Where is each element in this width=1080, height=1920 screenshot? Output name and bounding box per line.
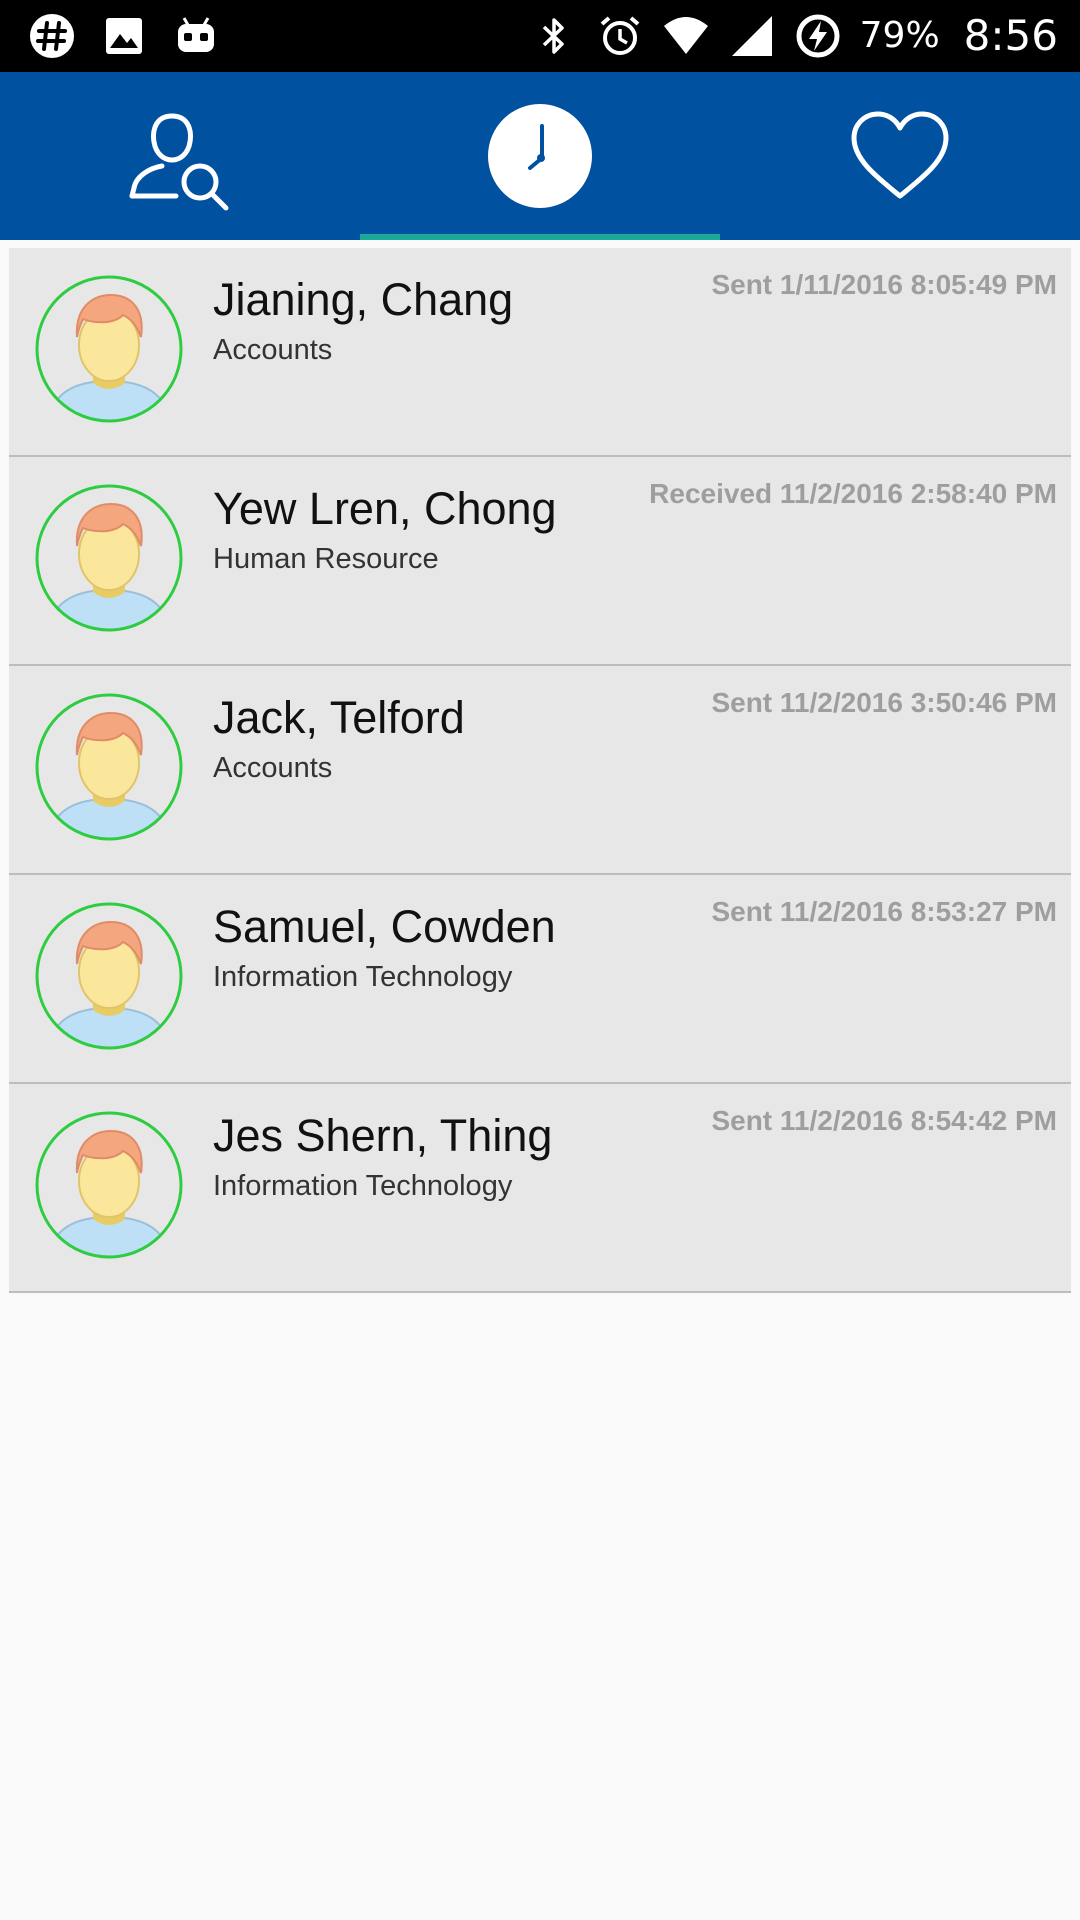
message-timestamp: Sent 1/11/2016 8:05:49 PM — [711, 269, 1057, 300]
heart-icon — [851, 111, 949, 199]
battery-percent: 79% — [859, 15, 940, 56]
list-item[interactable]: Yew Lren, Chong Human Resource Received … — [9, 457, 1071, 666]
alarm-icon — [600, 16, 639, 55]
tab-bar — [0, 72, 1080, 240]
contact-name: Jes Shern, Thing — [213, 1110, 553, 1161]
clock-icon — [488, 104, 592, 208]
contact-name: Samuel, Cowden — [213, 901, 556, 952]
contact-department: Information Technology — [213, 1170, 513, 1202]
avatar — [35, 1111, 183, 1259]
tab-recent[interactable] — [360, 72, 720, 240]
avatar — [35, 275, 183, 423]
user-avatar-icon — [35, 275, 183, 423]
tab-contact-search[interactable] — [0, 72, 360, 240]
contact-name: Yew Lren, Chong — [213, 483, 557, 534]
signal-icon — [731, 16, 772, 56]
contact-list: Jianing, Chang Accounts Sent 1/11/2016 8… — [9, 248, 1071, 1293]
user-avatar-icon — [35, 902, 183, 1050]
message-timestamp: Sent 11/2/2016 8:53:27 PM — [711, 896, 1057, 927]
contact-department: Human Resource — [213, 543, 439, 575]
avatar — [35, 902, 183, 1050]
tab-favorites[interactable] — [720, 72, 1080, 240]
list-item[interactable]: Jack, Telford Accounts Sent 11/2/2016 3:… — [9, 666, 1071, 875]
avatar — [35, 693, 183, 841]
wifi-icon — [663, 17, 708, 54]
image-icon — [106, 18, 142, 54]
clock-time: 8:56 — [963, 11, 1058, 60]
message-timestamp: Received 11/2/2016 2:58:40 PM — [649, 478, 1057, 509]
contact-department: Accounts — [213, 334, 333, 366]
battery-charging-icon — [796, 14, 840, 58]
message-timestamp: Sent 11/2/2016 3:50:46 PM — [711, 687, 1057, 718]
hashtag-icon — [30, 14, 74, 58]
contact-name: Jack, Telford — [213, 692, 465, 743]
user-avatar-icon — [35, 484, 183, 632]
user-avatar-icon — [35, 1111, 183, 1259]
list-item[interactable]: Samuel, Cowden Information Technology Se… — [9, 875, 1071, 1084]
avatar — [35, 484, 183, 632]
contact-search-icon — [129, 113, 229, 211]
list-item[interactable]: Jes Shern, Thing Information Technology … — [9, 1084, 1071, 1293]
user-avatar-icon — [35, 693, 183, 841]
contact-department: Accounts — [213, 752, 333, 784]
bluetooth-icon — [542, 18, 564, 54]
list-item[interactable]: Jianing, Chang Accounts Sent 1/11/2016 8… — [9, 248, 1071, 457]
contact-department: Information Technology — [213, 961, 513, 993]
contact-name: Jianing, Chang — [213, 274, 514, 325]
message-timestamp: Sent 11/2/2016 8:54:42 PM — [711, 1105, 1057, 1136]
android-icon — [178, 17, 214, 52]
status-bar: 79% 8:56 — [0, 0, 1080, 72]
